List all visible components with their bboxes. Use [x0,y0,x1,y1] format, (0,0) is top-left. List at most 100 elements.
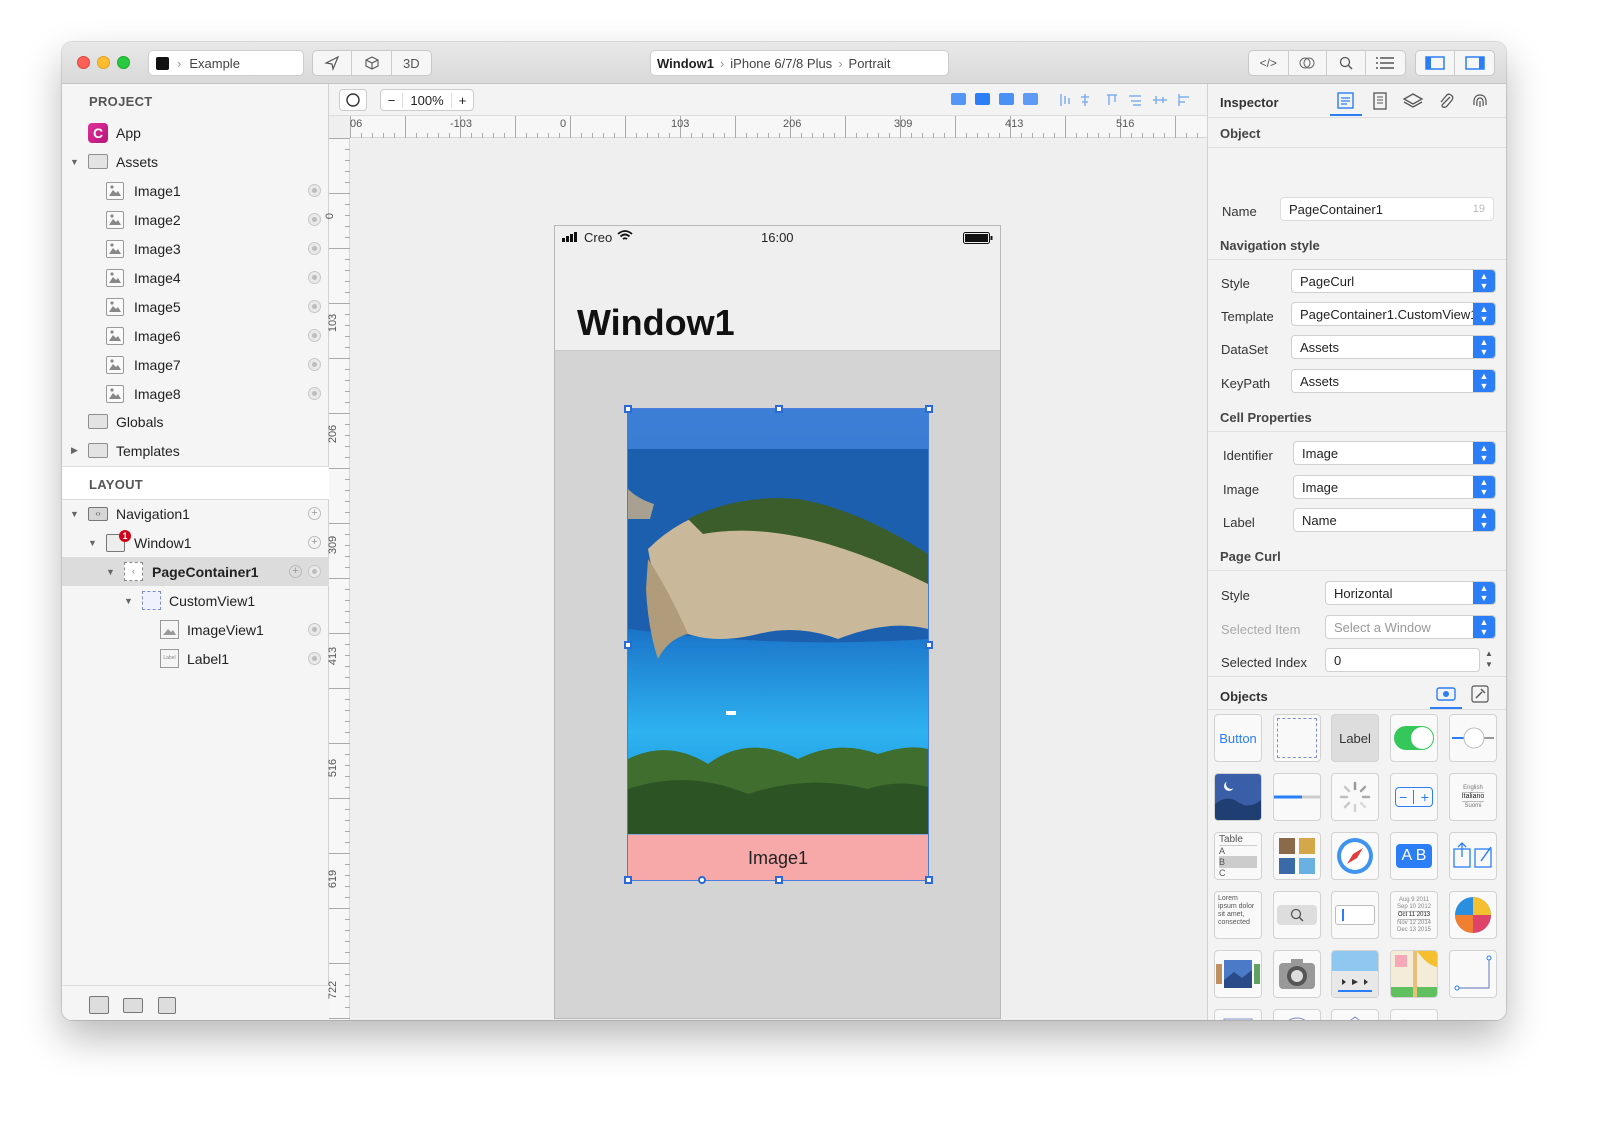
add-child-icon[interactable]: + [308,536,321,549]
identifier-select[interactable]: Image ▲ ▼ [1293,441,1496,465]
object-label[interactable]: Label [1331,714,1379,762]
visibility-toggle[interactable] [308,652,321,665]
object-segmented[interactable]: A B [1390,832,1438,880]
breadcrumb-window[interactable]: Window1 [657,56,714,71]
add-navigation-icon[interactable] [123,998,143,1013]
selected-item-select[interactable]: Select a Window ▲ ▼ [1325,615,1496,639]
tree-item-asset[interactable]: Image6 [62,321,329,350]
search-button[interactable] [1327,51,1366,75]
toggle-left-panel-button[interactable] [1416,51,1456,75]
disclosure-open-icon[interactable]: ▼ [70,157,80,167]
align-icons[interactable] [1057,92,1202,108]
breadcrumb-orientation[interactable]: Portrait [849,56,891,71]
visibility-toggle[interactable] [308,387,321,400]
resize-handle[interactable] [624,405,632,413]
navigation-bar[interactable]: Creo 16:00 Window1 [555,226,1000,351]
object-camera[interactable] [1273,950,1321,998]
object-picker[interactable]: English Italiano Suomi [1449,773,1497,821]
object-chart[interactable] [1449,891,1497,939]
object-table[interactable]: Table A B C [1214,832,1262,880]
resize-handle[interactable] [925,876,933,884]
add-child-icon[interactable]: + [308,507,321,520]
view-3d-button[interactable]: 3D [392,51,431,75]
name-field[interactable]: PageContainer1 19 [1280,197,1494,221]
object-image[interactable] [1214,773,1262,821]
zoom-window-button[interactable] [117,56,130,69]
template-select[interactable]: PageContainer1.CustomView1 ▲ ▼ [1291,302,1496,326]
resize-handle[interactable] [775,405,783,413]
disclosure-open-icon[interactable]: ▼ [124,596,134,606]
object-rectangle[interactable] [1214,1009,1262,1020]
resize-handle[interactable] [624,876,632,884]
tree-item-custom-view[interactable]: ▼ CustomView1 [62,586,329,615]
visibility-toggle[interactable] [308,358,321,371]
object-gallery[interactable] [1214,950,1262,998]
tree-item-templates[interactable]: ▶ Templates [62,436,329,465]
wrench-icon[interactable] [1470,684,1490,704]
image-select[interactable]: Image ▲ ▼ [1293,475,1496,499]
label-select[interactable]: Name ▲ ▼ [1293,508,1496,532]
object-slider[interactable] [1449,714,1497,762]
visibility-toggle[interactable] [308,271,321,284]
object-checklist[interactable] [1390,1009,1438,1020]
visibility-toggle[interactable] [308,242,321,255]
tree-item-navigation[interactable]: ▼ ‹› Navigation1 + [62,499,329,528]
page-container[interactable]: Image1 [624,405,933,884]
tree-item-globals[interactable]: Globals [62,407,329,436]
visibility-toggle[interactable] [308,329,321,342]
tree-item-asset[interactable]: Image4 [62,263,329,292]
index-stepper[interactable]: ▲ ▼ [1482,648,1496,672]
tree-item-image-view[interactable]: ImageView1 [62,615,329,644]
zoom-out-button[interactable]: − [381,92,403,108]
bring-front-icon[interactable] [951,93,966,105]
object-map[interactable] [1390,950,1438,998]
add-window-icon[interactable] [89,996,109,1014]
add-child-icon[interactable]: + [289,565,302,578]
tree-item-assets[interactable]: ▼ Assets [62,147,329,176]
object-textview[interactable]: Lorem ipsum dolor sit amet, consected [1214,891,1262,939]
tree-item-asset[interactable]: Image2 [62,205,329,234]
fingerprint-icon[interactable] [1470,91,1490,111]
disclosure-open-icon[interactable]: ▼ [106,567,116,577]
resize-handle[interactable] [775,876,783,884]
document-icon[interactable] [1370,91,1390,111]
tree-item-asset[interactable]: Image1 [62,176,329,205]
object-oval[interactable] [1273,1009,1321,1020]
tree-item-asset[interactable]: Image8 [62,379,329,408]
object-line[interactable] [1449,950,1497,998]
tree-item-app[interactable]: C App [62,118,329,147]
add-component-icon[interactable] [158,997,176,1014]
object-media-player[interactable] [1331,950,1379,998]
close-window-button[interactable] [77,56,90,69]
send-backward-icon[interactable] [999,93,1014,105]
object-webview[interactable] [1331,832,1379,880]
dataset-select[interactable]: Assets ▲ ▼ [1291,335,1496,359]
object-textfield[interactable] [1331,891,1379,939]
anchor-handle[interactable] [698,876,706,884]
object-share[interactable] [1449,832,1497,880]
bring-forward-icon[interactable] [975,93,990,105]
style-select[interactable]: PageCurl ▲ ▼ [1291,269,1496,293]
object-progress[interactable] [1273,773,1321,821]
visibility-toggle[interactable] [308,623,321,636]
zoom-in-button[interactable]: + [451,92,473,108]
disclosure-open-icon[interactable]: ▼ [88,538,98,548]
tree-item-asset[interactable]: Image7 [62,350,329,379]
object-datepicker[interactable]: Aug 9 2011 Sep 10 2012 Oct 11 2013 Nov 1… [1390,891,1438,939]
visibility-toggle[interactable] [308,300,321,313]
zoom-level[interactable]: 100% [403,93,451,108]
resize-handle[interactable] [925,641,933,649]
tree-item-asset[interactable]: Image3 [62,234,329,263]
breadcrumb-device[interactable]: iPhone 6/7/8 Plus [730,56,832,71]
lasso-button[interactable] [339,89,367,111]
visibility-toggle[interactable] [308,213,321,226]
layers-icon[interactable] [1402,91,1424,111]
object-collection[interactable] [1273,832,1321,880]
tab-objects[interactable] [1430,681,1462,709]
design-canvas[interactable]: − 100% + 06 -103 0 103 206 309 413 516 0… [324,84,1207,1020]
visibility-toggle[interactable] [308,184,321,197]
object-searchbar[interactable] [1273,891,1321,939]
keypath-select[interactable]: Assets ▲ ▼ [1291,369,1496,393]
preview-button[interactable] [1289,51,1328,75]
send-back-icon[interactable] [1023,93,1038,105]
